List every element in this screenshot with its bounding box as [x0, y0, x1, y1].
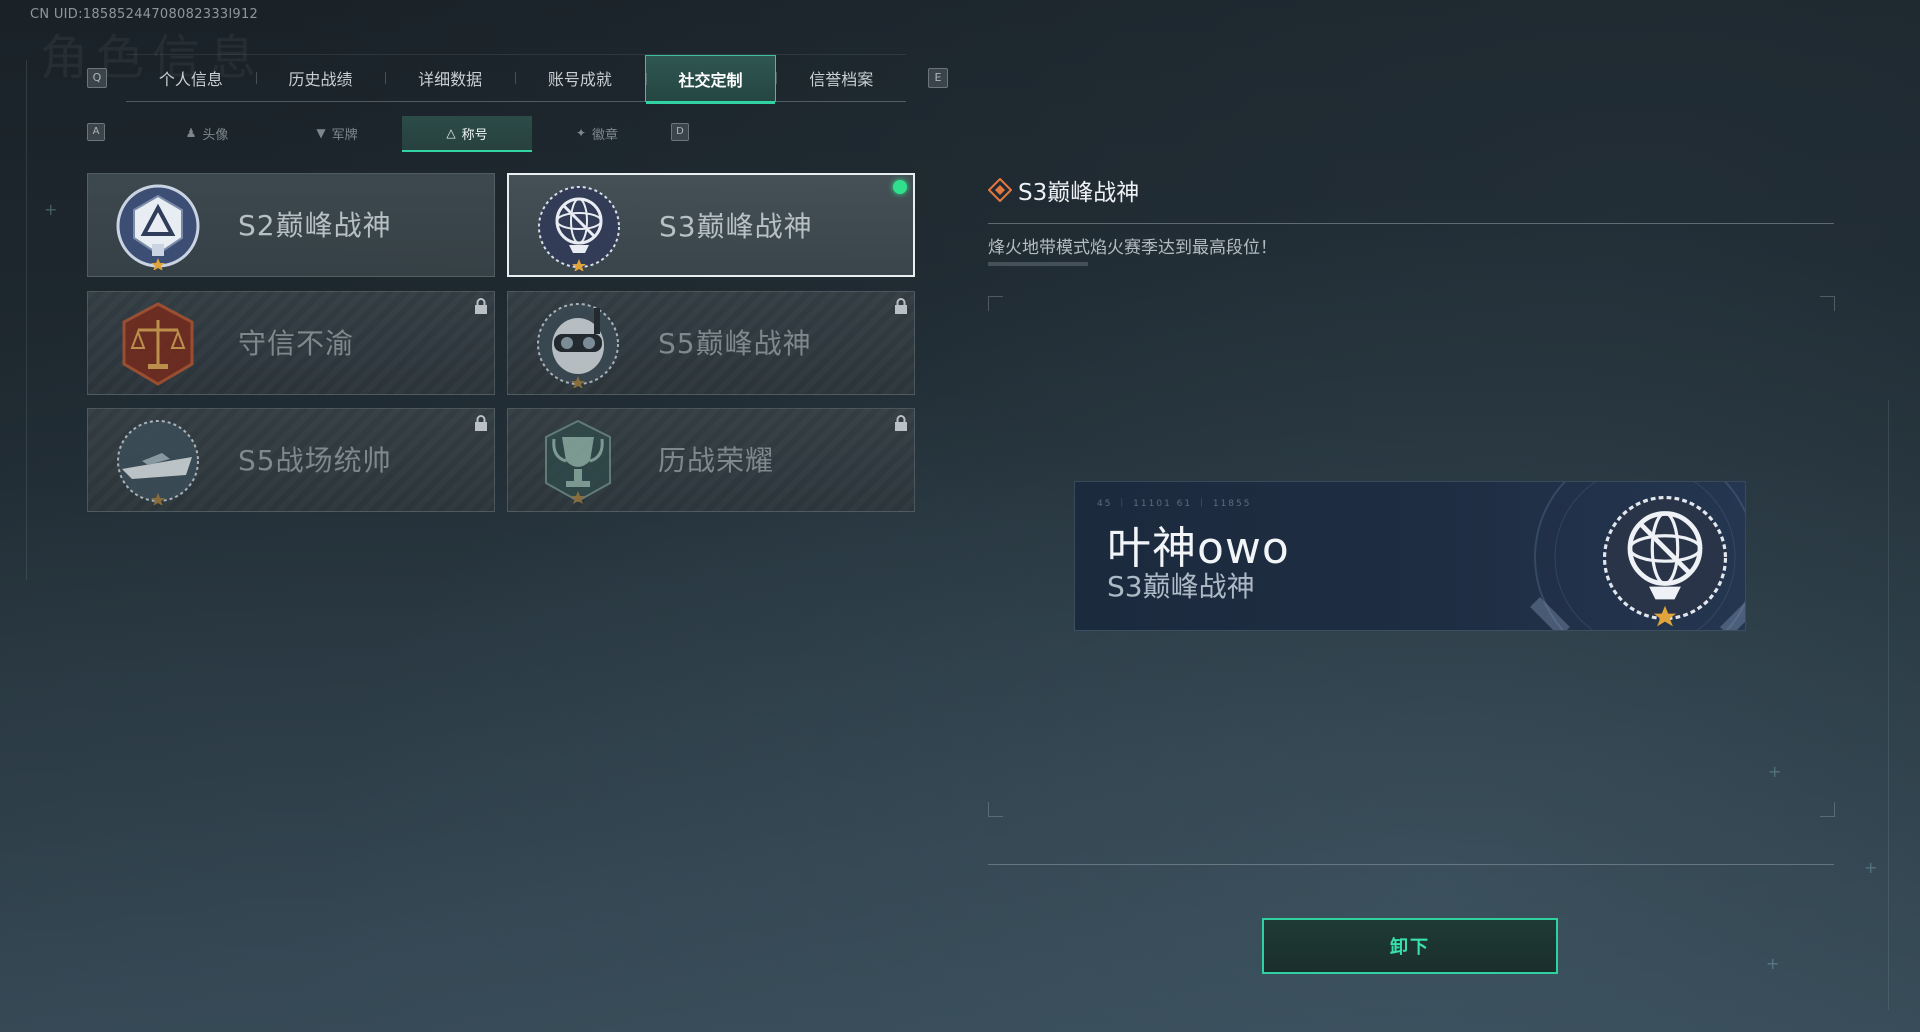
next-subtab-key-hint: D — [671, 123, 689, 141]
subtab-avatar[interactable]: ♟ 头像 — [142, 116, 272, 150]
tab-label: 历史战绩 — [288, 70, 353, 89]
tab-personal-info[interactable]: 个人信息 — [126, 55, 256, 101]
subtab-title[interactable]: △ 称号 — [402, 116, 532, 152]
trophy-emblem-icon — [545, 419, 611, 504]
deco-cross: + — [44, 200, 58, 219]
frame-corner — [988, 802, 1003, 817]
s2-shield-emblem-icon — [116, 184, 200, 270]
subtab-label: 徽章 — [592, 127, 619, 143]
title-card-s3-peak-warrior[interactable]: S3巅峰战神 — [507, 173, 915, 277]
tab-detailed-stats[interactable]: 详细数据 — [385, 55, 515, 101]
badge-icon: ✦ — [575, 126, 587, 140]
prev-tab-key-hint: Q — [87, 68, 107, 88]
title-card-battle-glory[interactable]: 历战荣耀 — [507, 408, 915, 512]
person-icon: ♟ — [185, 126, 197, 140]
namecard-title: S3巅峰战神 — [1107, 570, 1255, 603]
title-card-s2-peak-warrior[interactable]: S2巅峰战神 — [87, 173, 495, 277]
diamond-target-icon — [988, 178, 1012, 202]
divider — [988, 223, 1834, 224]
tab-label: 个人信息 — [158, 70, 223, 89]
sub-tab-bar: ♟ 头像 ▼ 军牌 △ 称号 ✦ 徽章 — [142, 116, 662, 152]
speedboat-emblem-icon — [117, 420, 199, 505]
title-icon: △ — [446, 126, 456, 140]
armillary-globe-emblem-icon — [1602, 495, 1728, 627]
diving-mask-emblem-icon — [537, 303, 619, 388]
tab-label: 详细数据 — [418, 70, 483, 89]
dogtag-icon: ▼ — [316, 126, 326, 140]
title-card-s5-peak-warrior[interactable]: S5巅峰战神 — [507, 291, 915, 395]
title-card-trustworthy[interactable]: 守信不渝 — [87, 291, 495, 395]
namecard-preview: 45 ｜ 11101 61 ｜ 11855 叶神owo S3巅峰战神 — [1075, 482, 1745, 630]
frame-corner — [1820, 802, 1835, 817]
next-tab-key-hint: E — [928, 68, 948, 88]
equipped-indicator — [893, 180, 907, 194]
tab-label: 账号成就 — [547, 70, 612, 89]
subtab-dogtag[interactable]: ▼ 军牌 — [272, 116, 402, 150]
subtab-label: 军牌 — [331, 127, 358, 143]
prev-subtab-key-hint: A — [87, 123, 105, 141]
lock-icon — [895, 298, 907, 314]
subtab-label: 称号 — [461, 127, 488, 143]
frame-corner — [988, 296, 1003, 311]
title-card-label: S3巅峰战神 — [659, 210, 813, 243]
frame-line-left — [26, 60, 27, 580]
tab-match-history[interactable]: 历史战绩 — [255, 55, 386, 101]
lock-icon — [475, 298, 487, 314]
tab-social-customization[interactable]: 社交定制 — [644, 55, 777, 104]
title-card-label: S2巅峰战神 — [238, 209, 392, 242]
deco-cross: + — [1864, 858, 1878, 877]
player-uid: CN UID:18585244708082333l912 — [30, 7, 259, 22]
frame-line-right — [1888, 400, 1889, 1010]
deco-cross: + — [1768, 762, 1782, 781]
title-card-label: S5巅峰战神 — [658, 327, 812, 360]
lock-icon — [895, 415, 907, 431]
title-card-label: S5战场统帅 — [238, 444, 392, 477]
tab-credit-record[interactable]: 信誉档案 — [776, 55, 906, 101]
subtab-label: 头像 — [202, 127, 229, 143]
tab-achievements[interactable]: 账号成就 — [515, 55, 645, 101]
selected-title-description: 烽火地带模式焰火赛季达到最高段位！ — [988, 238, 1277, 258]
deco-cross: + — [1766, 954, 1780, 973]
scales-emblem-icon — [122, 302, 194, 386]
decorative-bar — [988, 262, 1088, 266]
title-card-label: 历战荣耀 — [658, 444, 775, 477]
frame-corner — [1820, 296, 1835, 311]
lock-icon — [475, 415, 487, 431]
title-card-s5-battlefield-commander[interactable]: S5战场统帅 — [87, 408, 495, 512]
unequip-button[interactable]: 卸下 — [1262, 918, 1558, 974]
namecard-code: 45 ｜ 11101 61 ｜ 11855 — [1097, 499, 1252, 509]
armillary-globe-emblem-icon — [538, 186, 620, 271]
divider — [988, 864, 1834, 865]
tab-label: 社交定制 — [678, 71, 743, 90]
title-card-label: 守信不渝 — [238, 327, 355, 360]
subtab-badge[interactable]: ✦ 徽章 — [532, 116, 662, 150]
selected-title-name: S3巅峰战神 — [1018, 180, 1140, 206]
top-tab-bar: 个人信息 历史战绩 详细数据 账号成就 社交定制 信誉档案 — [126, 54, 906, 104]
tab-label: 信誉档案 — [809, 70, 874, 89]
